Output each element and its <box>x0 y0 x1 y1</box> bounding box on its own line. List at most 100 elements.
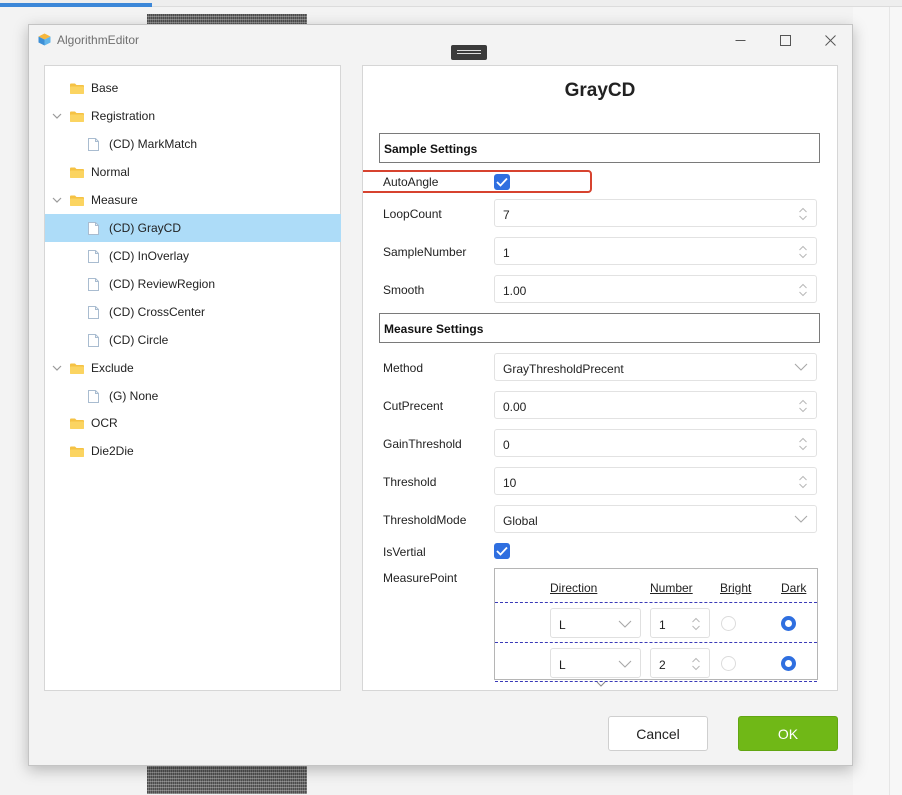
app-cube-icon <box>38 33 51 46</box>
measure-point-row: L 1 <box>495 602 817 642</box>
tree-item-base[interactable]: Base <box>45 74 340 102</box>
spinner-arrows-icon[interactable] <box>798 207 808 221</box>
tree-item-label: (G) None <box>109 389 159 403</box>
minimize-button[interactable] <box>725 30 755 50</box>
column-header-dark[interactable]: Dark <box>781 581 806 595</box>
scroll-down-icon[interactable] <box>596 680 606 688</box>
column-header-direction[interactable]: Direction <box>550 581 597 595</box>
field-value: 1 <box>503 246 510 260</box>
dark-radio[interactable] <box>781 616 796 631</box>
spinner-arrows-icon[interactable] <box>798 437 808 451</box>
maximize-button[interactable] <box>770 30 800 50</box>
tree-item-exclude[interactable]: Exclude <box>45 354 340 382</box>
field-value: L <box>559 618 566 632</box>
field-value: 10 <box>503 476 517 490</box>
direction-dropdown[interactable]: L <box>550 608 641 638</box>
chevron-down-icon <box>794 515 808 523</box>
tree-item-label: Exclude <box>91 361 134 375</box>
field-value: Global <box>503 514 538 528</box>
chevron-down-icon <box>618 660 632 668</box>
threshold-mode-label: ThresholdMode <box>383 513 467 527</box>
spinner-arrows-icon[interactable] <box>798 475 808 489</box>
gain-threshold-label: GainThreshold <box>383 437 462 451</box>
direction-dropdown[interactable]: L <box>550 648 641 678</box>
measure-point-row: L 2 <box>495 642 817 682</box>
threshold-mode-dropdown[interactable]: Global <box>494 505 817 533</box>
smooth-label: Smooth <box>383 283 425 297</box>
spinner-arrows-icon[interactable] <box>691 617 701 631</box>
field-value: 7 <box>503 208 510 222</box>
algorithm-tree: Base Registration (CD) MarkMatch Normal … <box>44 65 341 691</box>
panel-title: GrayCD <box>564 80 636 101</box>
section-title: Sample Settings <box>384 142 478 156</box>
tree-item-label: OCR <box>91 416 118 430</box>
threshold-field[interactable]: 10 <box>494 467 817 495</box>
tree-item-ocr[interactable]: OCR <box>45 409 340 437</box>
column-header-number[interactable]: Number <box>650 581 693 595</box>
background-right-area <box>853 7 902 795</box>
close-button[interactable] <box>815 30 845 50</box>
file-icon <box>88 137 99 151</box>
spinner-arrows-icon[interactable] <box>798 245 808 259</box>
tree-item-measure[interactable]: Measure <box>45 186 340 214</box>
measure-point-label: MeasurePoint <box>383 571 458 585</box>
tree-item-label: (CD) Circle <box>109 333 169 347</box>
field-value: 1.00 <box>503 284 527 298</box>
loop-count-field[interactable]: 7 <box>494 199 817 227</box>
tree-item-circle[interactable]: (CD) Circle <box>45 326 340 354</box>
ok-button[interactable]: OK <box>738 716 838 751</box>
tree-item-registration[interactable]: Registration <box>45 102 340 130</box>
chevron-down-icon[interactable] <box>52 111 62 121</box>
tree-item-inoverlay[interactable]: (CD) InOverlay <box>45 242 340 270</box>
number-field[interactable]: 1 <box>650 608 710 638</box>
tree-item-reviewregion[interactable]: (CD) ReviewRegion <box>45 270 340 298</box>
measure-settings-header: Measure Settings <box>379 313 820 343</box>
maximize-icon <box>779 34 791 46</box>
spinner-arrows-icon[interactable] <box>691 657 701 671</box>
sample-number-field[interactable]: 1 <box>494 237 817 265</box>
chevron-down-icon[interactable] <box>52 195 62 205</box>
field-value: 0.00 <box>503 400 527 414</box>
checkmark-icon <box>496 177 508 187</box>
algorithm-editor-dialog: AlgorithmEditor Base Registration (CD) M… <box>28 24 853 766</box>
method-dropdown[interactable]: GrayThresholdPrecent <box>494 353 817 381</box>
cancel-button[interactable]: Cancel <box>608 716 708 751</box>
smooth-field[interactable]: 1.00 <box>494 275 817 303</box>
tree-item-graycd[interactable]: (CD) GrayCD <box>45 214 341 242</box>
bright-radio[interactable] <box>721 616 736 631</box>
spinner-arrows-icon[interactable] <box>798 399 808 413</box>
window-title: AlgorithmEditor <box>57 33 140 47</box>
is-vertial-checkbox[interactable] <box>494 543 510 559</box>
tree-item-label: Registration <box>91 109 156 123</box>
folder-icon <box>70 83 84 94</box>
threshold-label: Threshold <box>383 475 437 489</box>
tree-item-markmatch[interactable]: (CD) MarkMatch <box>45 130 340 158</box>
snap-grip-handle[interactable] <box>451 45 487 60</box>
section-title: Measure Settings <box>384 322 484 336</box>
tree-item-label: Base <box>91 81 119 95</box>
column-header-bright[interactable]: Bright <box>720 581 751 595</box>
folder-icon <box>70 195 84 206</box>
title-bar[interactable]: AlgorithmEditor <box>29 25 852 55</box>
background-divider <box>889 7 890 795</box>
field-value: GrayThresholdPrecent <box>503 362 624 376</box>
spinner-arrows-icon[interactable] <box>798 283 808 297</box>
folder-icon <box>70 167 84 178</box>
tree-item-label: (CD) CrossCenter <box>109 305 206 319</box>
cut-precent-field[interactable]: 0.00 <box>494 391 817 419</box>
auto-angle-checkbox[interactable] <box>494 174 510 190</box>
tree-item-none[interactable]: (G) None <box>45 382 340 410</box>
minimize-icon <box>735 39 745 41</box>
tree-item-normal[interactable]: Normal <box>45 158 340 186</box>
gain-threshold-field[interactable]: 0 <box>494 429 817 457</box>
tree-item-die2die[interactable]: Die2Die <box>45 437 340 465</box>
tree-item-crosscenter[interactable]: (CD) CrossCenter <box>45 298 340 326</box>
number-field[interactable]: 2 <box>650 648 710 678</box>
properties-panel: GrayCD Sample Settings AutoAngle LoopCou… <box>362 65 838 691</box>
bright-radio[interactable] <box>721 656 736 671</box>
method-label: Method <box>383 361 424 375</box>
dark-radio[interactable] <box>781 656 796 671</box>
tree-item-label: (CD) GrayCD <box>109 221 181 235</box>
field-value: 0 <box>503 438 510 452</box>
chevron-down-icon[interactable] <box>52 363 62 373</box>
